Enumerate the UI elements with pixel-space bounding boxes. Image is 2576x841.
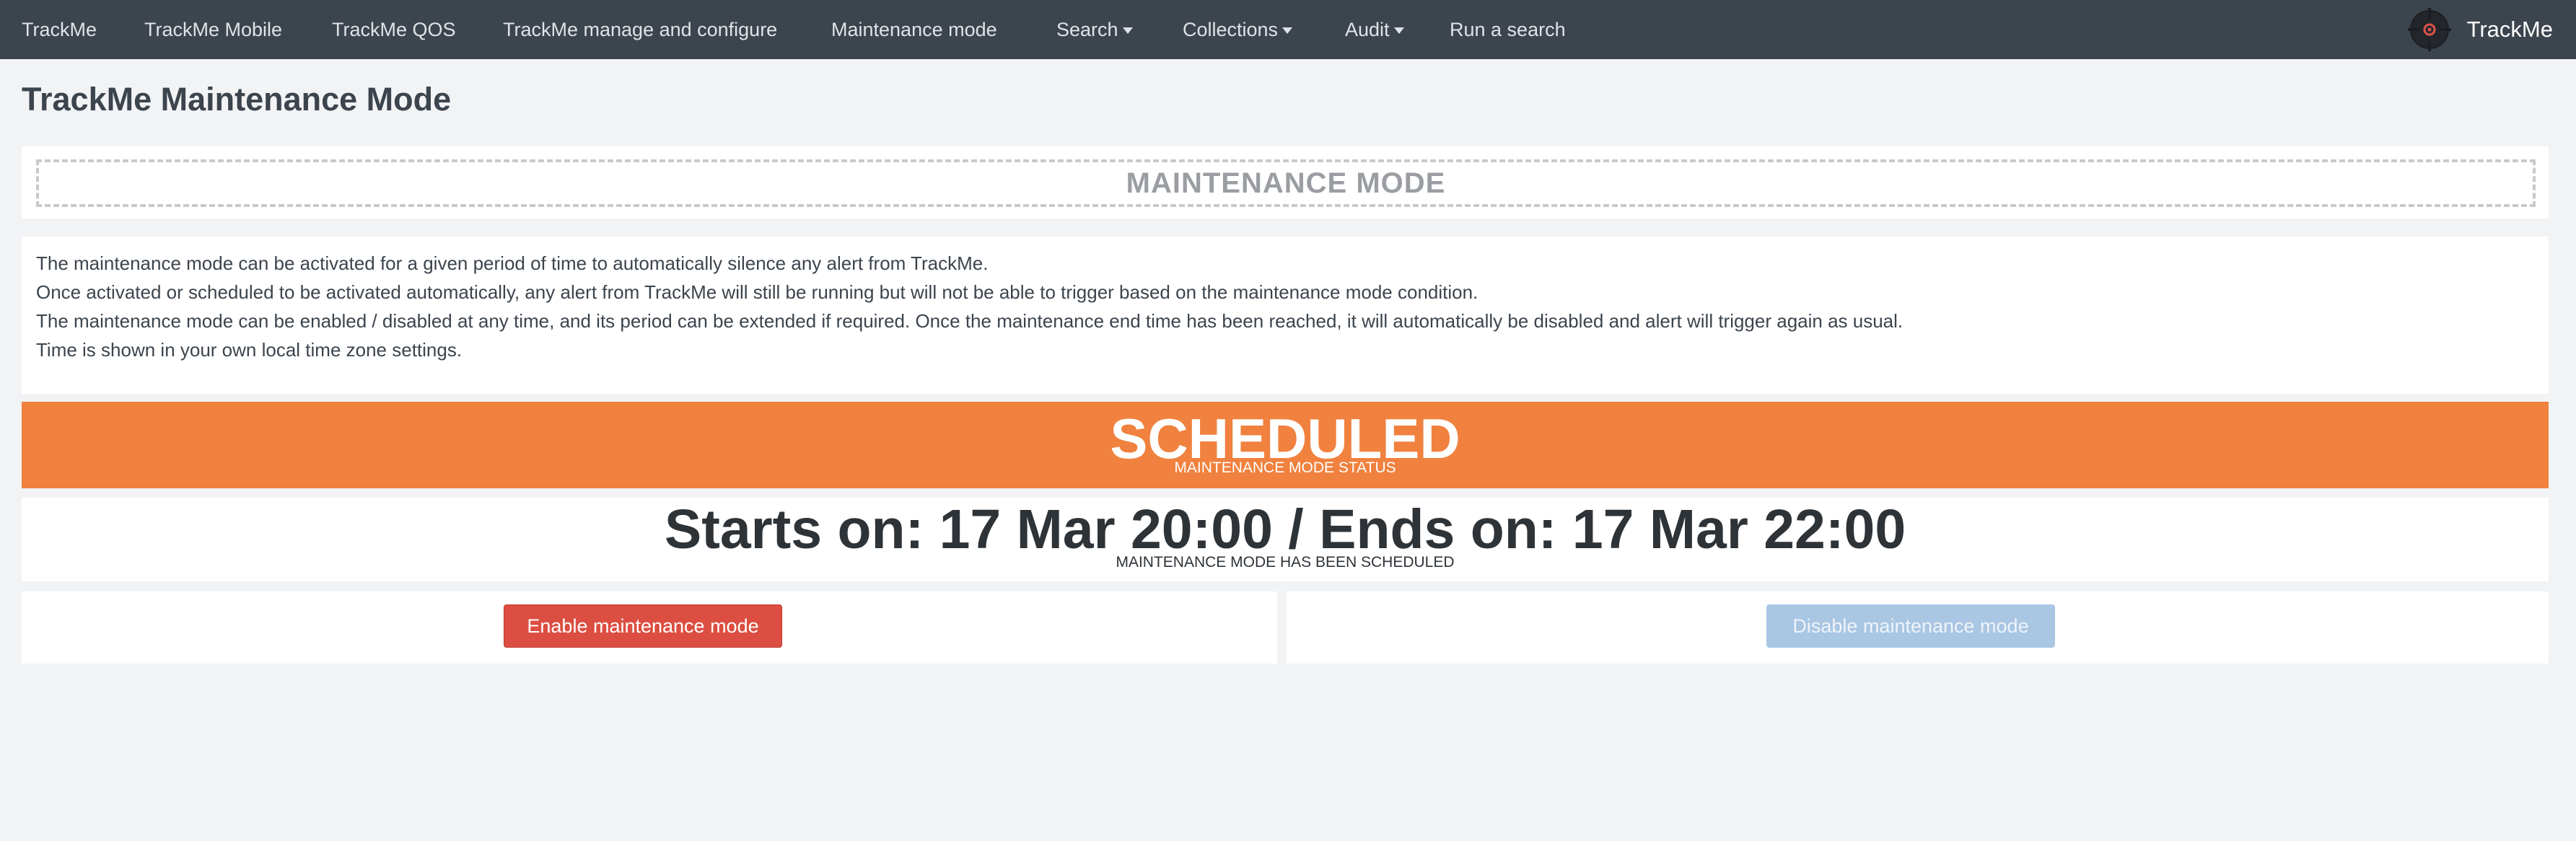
caret-down-icon <box>1122 27 1133 34</box>
top-navigation-bar: TrackMe TrackMe Mobile TrackMe QOS Track… <box>0 0 2576 59</box>
caret-down-icon <box>1282 27 1293 34</box>
nav-item-audit[interactable]: Audit <box>1345 0 1404 59</box>
app-brand[interactable]: TrackMe <box>2406 0 2553 59</box>
disable-maintenance-mode-button[interactable]: Disable maintenance mode <box>1766 604 2055 648</box>
nav-item-label: Audit <box>1345 18 1390 40</box>
nav-item-label: Search <box>1056 18 1118 40</box>
nav-item-label: TrackMe <box>22 18 97 40</box>
description-line: The maintenance mode can be activated fo… <box>36 252 989 274</box>
nav-item-label: TrackMe QOS <box>332 18 456 40</box>
maintenance-status-label: MAINTENANCE MODE STATUS <box>1174 459 1396 476</box>
maintenance-mode-header-box: MAINTENANCE MODE <box>36 159 2536 207</box>
description-panel: The maintenance mode can be activated fo… <box>22 237 2549 394</box>
maintenance-mode-header-text: MAINTENANCE MODE <box>1126 167 1446 199</box>
maintenance-status-panel: SCHEDULED MAINTENANCE MODE STATUS <box>22 402 2549 488</box>
crosshair-target-icon <box>2407 8 2451 51</box>
nav-item-label: Collections <box>1183 18 1279 40</box>
enable-maintenance-mode-button[interactable]: Enable maintenance mode <box>504 604 782 648</box>
nav-item-collections[interactable]: Collections <box>1183 0 1293 59</box>
maintenance-mode-header-panel: MAINTENANCE MODE <box>22 146 2549 219</box>
nav-item-label: TrackMe manage and configure <box>503 18 778 40</box>
nav-item-trackme-manage-configure[interactable]: TrackMe manage and configure <box>503 0 777 59</box>
caret-down-icon <box>1393 27 1404 34</box>
nav-item-run-a-search[interactable]: Run a search <box>1450 0 1566 59</box>
maintenance-schedule-panel: Starts on: 17 Mar 20:00 / Ends on: 17 Ma… <box>22 498 2549 581</box>
nav-item-search[interactable]: Search <box>1056 0 1133 59</box>
enable-action-panel: Enable maintenance mode <box>22 591 1277 664</box>
nav-item-label: Maintenance mode <box>831 18 997 40</box>
nav-item-label: Run a search <box>1450 18 1566 40</box>
nav-item-label: TrackMe Mobile <box>144 18 283 40</box>
nav-item-maintenance-mode[interactable]: Maintenance mode <box>831 0 997 59</box>
nav-item-trackme[interactable]: TrackMe <box>22 0 97 59</box>
description-line: Time is shown in your own local time zon… <box>36 339 463 361</box>
page-title: TrackMe Maintenance Mode <box>22 81 452 118</box>
description-line: The maintenance mode can be enabled / di… <box>36 310 1903 332</box>
nav-item-trackme-mobile[interactable]: TrackMe Mobile <box>144 0 282 59</box>
disable-action-panel: Disable maintenance mode <box>1287 591 2549 664</box>
brand-name: TrackMe <box>2466 17 2553 42</box>
maintenance-schedule-label: MAINTENANCE MODE HAS BEEN SCHEDULED <box>1116 554 1455 571</box>
nav-item-trackme-qos[interactable]: TrackMe QOS <box>332 0 456 59</box>
description-line: Once activated or scheduled to be activa… <box>36 281 1478 303</box>
maintenance-schedule-value: Starts on: 17 Mar 20:00 / Ends on: 17 Ma… <box>664 498 1906 560</box>
